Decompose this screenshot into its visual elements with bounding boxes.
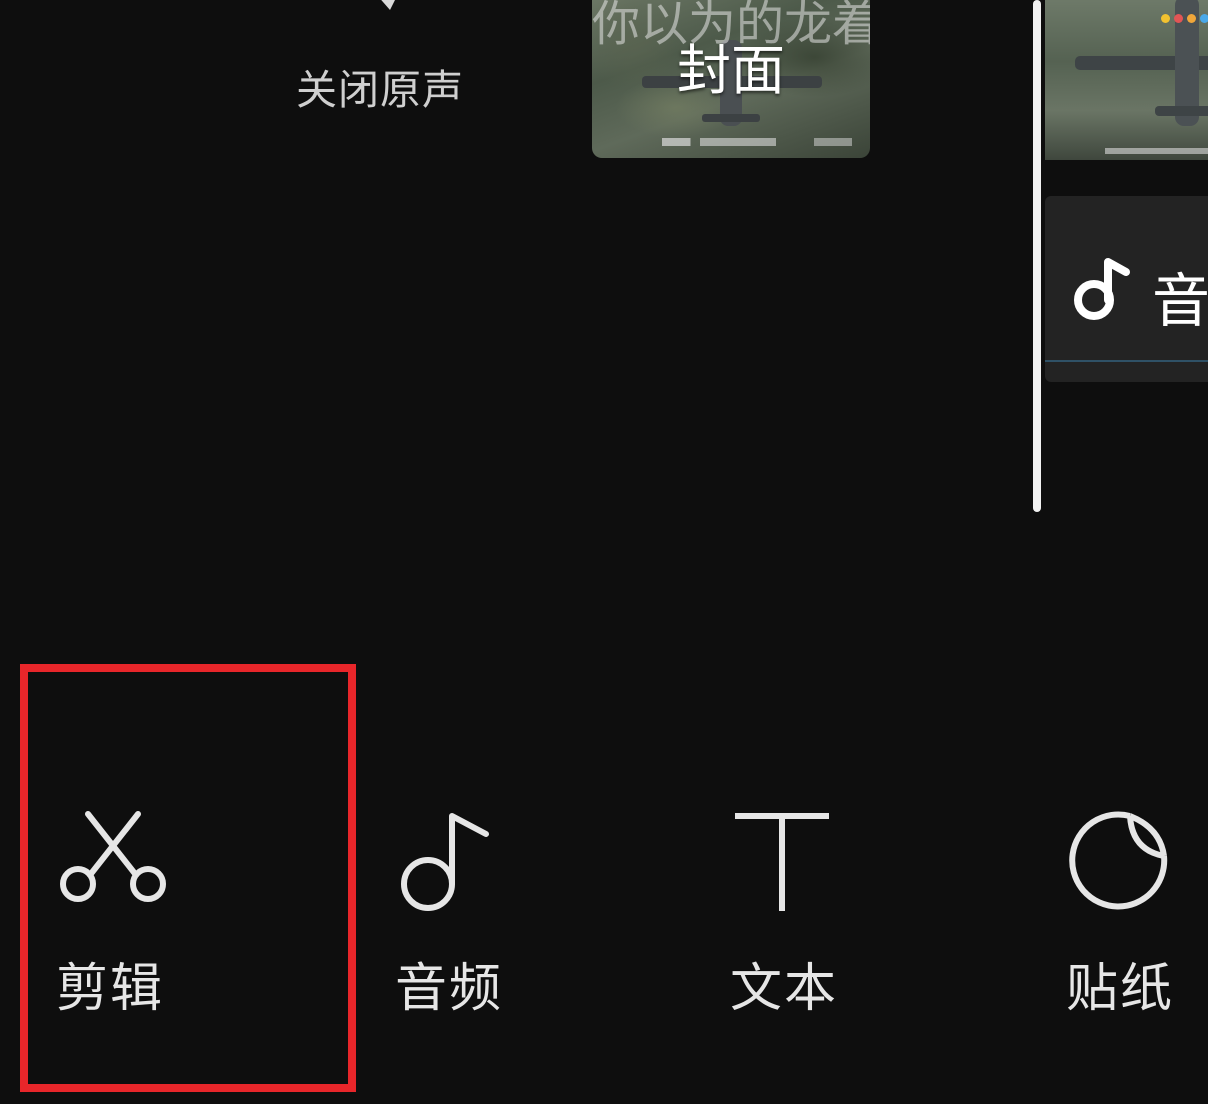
sticker-icon bbox=[1069, 811, 1168, 910]
text-button[interactable]: 文本 bbox=[710, 780, 910, 1030]
text-t-icon bbox=[735, 813, 829, 911]
edit-label: 剪辑 bbox=[56, 959, 165, 1019]
audio-track-label: 音 bbox=[1152, 267, 1208, 335]
mute-original-sound-label: 关闭原声 bbox=[296, 66, 464, 114]
music-note-icon bbox=[1074, 258, 1130, 320]
playhead-cursor[interactable] bbox=[1033, 0, 1041, 512]
text-label: 文本 bbox=[730, 959, 839, 1019]
cover-label: 封面 bbox=[677, 39, 785, 102]
music-note-icon bbox=[401, 813, 489, 911]
sticker-button[interactable]: 贴纸 bbox=[1046, 780, 1208, 1030]
clip-hud-bar bbox=[1105, 148, 1208, 154]
edit-button[interactable]: 剪辑 bbox=[38, 780, 238, 1030]
video-clip-thumbnail[interactable] bbox=[1045, 0, 1208, 160]
track-divider bbox=[1045, 360, 1208, 362]
game-hud-bar bbox=[662, 138, 852, 146]
scissors-icon bbox=[60, 811, 166, 902]
audio-label: 音频 bbox=[395, 959, 504, 1019]
audio-button[interactable]: 音频 bbox=[375, 780, 575, 1030]
speaker-icon bbox=[381, 0, 395, 10]
bottom-toolbar: 剪辑 音频 文本 贴纸 bbox=[0, 780, 1208, 1040]
sticker-label: 贴纸 bbox=[1066, 959, 1175, 1019]
editor-screen: 关闭原声 你以为的龙着 封面 音 剪辑 音频 文本 贴纸 bbox=[0, 0, 1208, 1104]
status-dots bbox=[1161, 14, 1208, 23]
set-cover-button[interactable]: 你以为的龙着 封面 bbox=[592, 0, 870, 158]
